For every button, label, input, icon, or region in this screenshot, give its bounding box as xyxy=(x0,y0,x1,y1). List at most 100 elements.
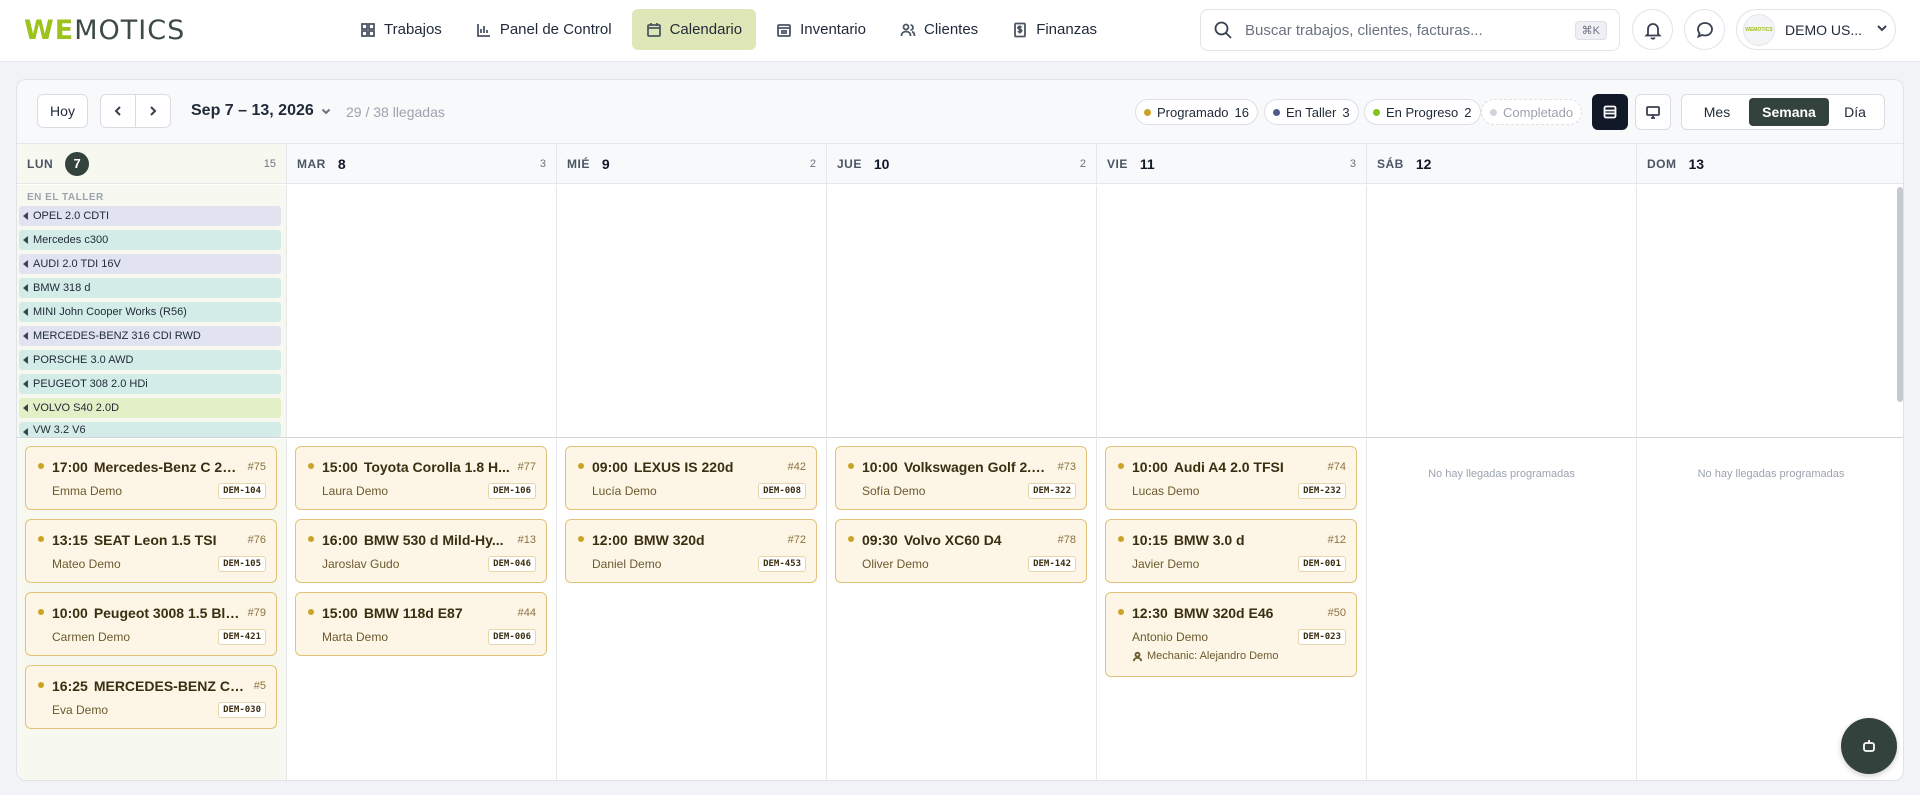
in-shop-vehicle[interactable]: MERCEDES-BENZ 316 CDI RWD xyxy=(19,326,281,346)
client-name: Antonio Demo xyxy=(1132,630,1209,644)
filter-completado[interactable]: Completado xyxy=(1481,99,1583,125)
notifications-button[interactable] xyxy=(1632,9,1673,50)
day-header-thu[interactable]: JUE 10 2 xyxy=(827,144,1097,184)
day-header-sun[interactable]: DOM 13 xyxy=(1637,144,1903,184)
in-shop-vehicle[interactable]: PEUGEOT 308 2.0 HDi xyxy=(19,374,281,394)
appointment-time: 13:15 xyxy=(52,532,88,548)
user-menu-button[interactable]: WEMOTICS DEMO US... xyxy=(1736,9,1896,50)
appointment-card[interactable]: 10:00 Volkswagen Golf 2.0 ... #73 Sofía De… xyxy=(835,446,1087,510)
vehicle-model: Peugeot 3008 1.5 Blu... xyxy=(93,605,242,621)
app-logo[interactable]: WE MOTICS xyxy=(24,15,185,46)
messages-button[interactable] xyxy=(1684,9,1725,50)
nav-item-inventario[interactable]: Inventario xyxy=(762,9,880,50)
appointment-card[interactable]: 09:30 Volvo XC60 D4 #78 Oliver Demo DEM-142 xyxy=(835,519,1087,583)
job-number: #5 xyxy=(253,680,266,692)
chevron-down-icon xyxy=(1875,21,1889,38)
in-shop-vehicle[interactable]: AUDI 2.0 TDI 16V xyxy=(19,254,281,274)
license-plate: DEM-232 xyxy=(1298,483,1346,499)
nav-item-calendario[interactable]: Calendario xyxy=(631,9,757,50)
filter-en-taller[interactable]: En Taller 3 xyxy=(1264,99,1359,125)
global-search[interactable]: ⌘K xyxy=(1200,9,1620,51)
day-column-tue: 15:00 Toyota Corolla 1.8 H... #77 Laura De… xyxy=(287,439,557,780)
vehicle-model: BMW 3.0 d xyxy=(1173,532,1245,548)
appointment-card[interactable]: 16:25 MERCEDES-BENZ C 35... #5 Eva Demo DEM… xyxy=(25,665,277,729)
day-header-sat[interactable]: SÁB 12 xyxy=(1367,144,1637,184)
vehicle-model: Toyota Corolla 1.8 H... xyxy=(363,459,510,475)
appointment-card[interactable]: 12:30 BMW 320d E46 #50 Antonio Demo DEM-023… xyxy=(1105,592,1357,677)
nav-item-finanzas[interactable]: Finanzas xyxy=(998,9,1111,50)
client-name: Emma Demo xyxy=(52,484,123,498)
in-shop-vehicle[interactable]: VW 3.2 V6 xyxy=(19,422,281,437)
appointment-card[interactable]: 09:00 LEXUS IS 220d #42 Lucía Demo DEM-008 xyxy=(565,446,817,510)
bell-icon xyxy=(1643,22,1662,40)
list-view-button[interactable] xyxy=(1592,94,1628,130)
day-count: 2 xyxy=(1079,157,1086,170)
main-nav: Trabajos Panel de Control Calendario Inv… xyxy=(346,9,1111,50)
appointment-time: 10:00 xyxy=(52,605,88,621)
appointment-time: 16:25 xyxy=(52,678,88,694)
status-dot xyxy=(1273,108,1280,116)
job-number: #72 xyxy=(787,534,806,546)
assistant-button[interactable] xyxy=(1841,718,1897,774)
day-header-mon[interactable]: LUN 7 15 xyxy=(17,144,287,184)
day-header-tue[interactable]: MAR 8 3 xyxy=(287,144,557,184)
appointment-card[interactable]: 10:00 Peugeot 3008 1.5 Blu... #79 Carmen D… xyxy=(25,592,277,656)
filter-programado[interactable]: Programado 16 xyxy=(1135,99,1259,125)
license-plate: DEM-142 xyxy=(1028,556,1076,572)
grid-icon xyxy=(361,22,375,37)
nav-label: Trabajos xyxy=(384,21,442,38)
day-header-fri[interactable]: VIE 11 3 xyxy=(1097,144,1367,184)
appointment-card[interactable]: 10:00 Audi A4 2.0 TFSI #74 Lucas Demo DEM-2… xyxy=(1105,446,1357,510)
display-mode-button[interactable] xyxy=(1635,94,1671,130)
search-input[interactable] xyxy=(1245,21,1563,39)
job-number: #42 xyxy=(787,461,806,473)
appointment-card[interactable]: 13:15 SEAT Leon 1.5 TSI #76 Mateo Demo DEM-… xyxy=(25,519,277,583)
appointment-card[interactable]: 12:00 BMW 320d #72 Daniel Demo DEM-453 xyxy=(565,519,817,583)
appointment-card[interactable]: 17:00 Mercedes-Benz C 220d #75 Emma Demo DE… xyxy=(25,446,277,510)
nav-item-panel-de-control[interactable]: Panel de Control xyxy=(462,9,626,50)
in-shop-column xyxy=(1097,185,1367,437)
vehicle-model: Volkswagen Golf 2.0 ... xyxy=(903,459,1052,475)
client-name: Laura Demo xyxy=(322,484,389,498)
view-switcher: Mes Semana Día xyxy=(1681,94,1885,130)
nav-item-clientes[interactable]: Clientes xyxy=(886,9,992,50)
job-number: #76 xyxy=(247,534,266,546)
in-shop-vehicle[interactable]: VOLVO S40 2.0D xyxy=(19,398,281,418)
nav-label: Finanzas xyxy=(1036,21,1098,38)
client-name: Javier Demo xyxy=(1132,557,1200,571)
day-number: 10 xyxy=(873,155,890,172)
day-number: 12 xyxy=(1415,155,1432,172)
client-name: Lucía Demo xyxy=(592,484,657,498)
in-shop-vehicle[interactable]: OPEL 2.0 CDTI xyxy=(19,206,281,226)
appointment-card[interactable]: 16:00 BMW 530 d Mild-Hy... #13 Jaroslav Gu… xyxy=(295,519,547,583)
in-shop-vehicle[interactable]: Mercedes c300 xyxy=(19,230,281,250)
in-shop-vehicle[interactable]: PORSCHE 3.0 AWD xyxy=(19,350,281,370)
appointment-time: 15:00 xyxy=(322,605,358,621)
in-shop-scrollbar[interactable] xyxy=(1897,187,1903,402)
status-dot xyxy=(1490,108,1497,116)
search-icon xyxy=(1214,21,1232,39)
in-shop-vehicle[interactable]: MINI John Cooper Works (R56) xyxy=(19,302,281,322)
day-number-today: 7 xyxy=(65,151,90,176)
day-of-week: JUE xyxy=(837,156,862,171)
in-shop-vehicle[interactable]: BMW 318 d xyxy=(19,278,281,298)
filter-en-progreso[interactable]: En Progreso 2 xyxy=(1364,99,1481,125)
view-week-button[interactable]: Semana xyxy=(1749,98,1829,126)
nav-item-trabajos[interactable]: Trabajos xyxy=(346,9,456,50)
day-of-week: MIÉ xyxy=(567,156,590,171)
day-header-wed[interactable]: MIÉ 9 2 xyxy=(557,144,827,184)
in-shop-section: EN EL TALLER OPEL 2.0 CDTI Mercedes c300… xyxy=(17,185,1903,438)
next-week-button[interactable] xyxy=(135,94,171,128)
appointment-time: 15:00 xyxy=(322,459,358,475)
today-button[interactable]: Hoy xyxy=(37,94,88,128)
license-plate: DEM-023 xyxy=(1298,629,1346,645)
vehicle-model: SEAT Leon 1.5 TSI xyxy=(93,532,217,548)
view-day-button[interactable]: Día xyxy=(1829,98,1881,126)
date-range-picker[interactable]: Sep 7 – 13, 2026 xyxy=(191,102,332,120)
appointment-card[interactable]: 15:00 BMW 118d E87 #44 Marta Demo DEM-006 xyxy=(295,592,547,656)
view-month-button[interactable]: Mes xyxy=(1685,98,1749,126)
appointment-card[interactable]: 15:00 Toyota Corolla 1.8 H... #77 Laura De… xyxy=(295,446,547,510)
appointment-card[interactable]: 10:15 BMW 3.0 d #12 Javier Demo DEM-001 xyxy=(1105,519,1357,583)
client-name: Eva Demo xyxy=(52,703,109,717)
previous-week-button[interactable] xyxy=(100,94,136,128)
